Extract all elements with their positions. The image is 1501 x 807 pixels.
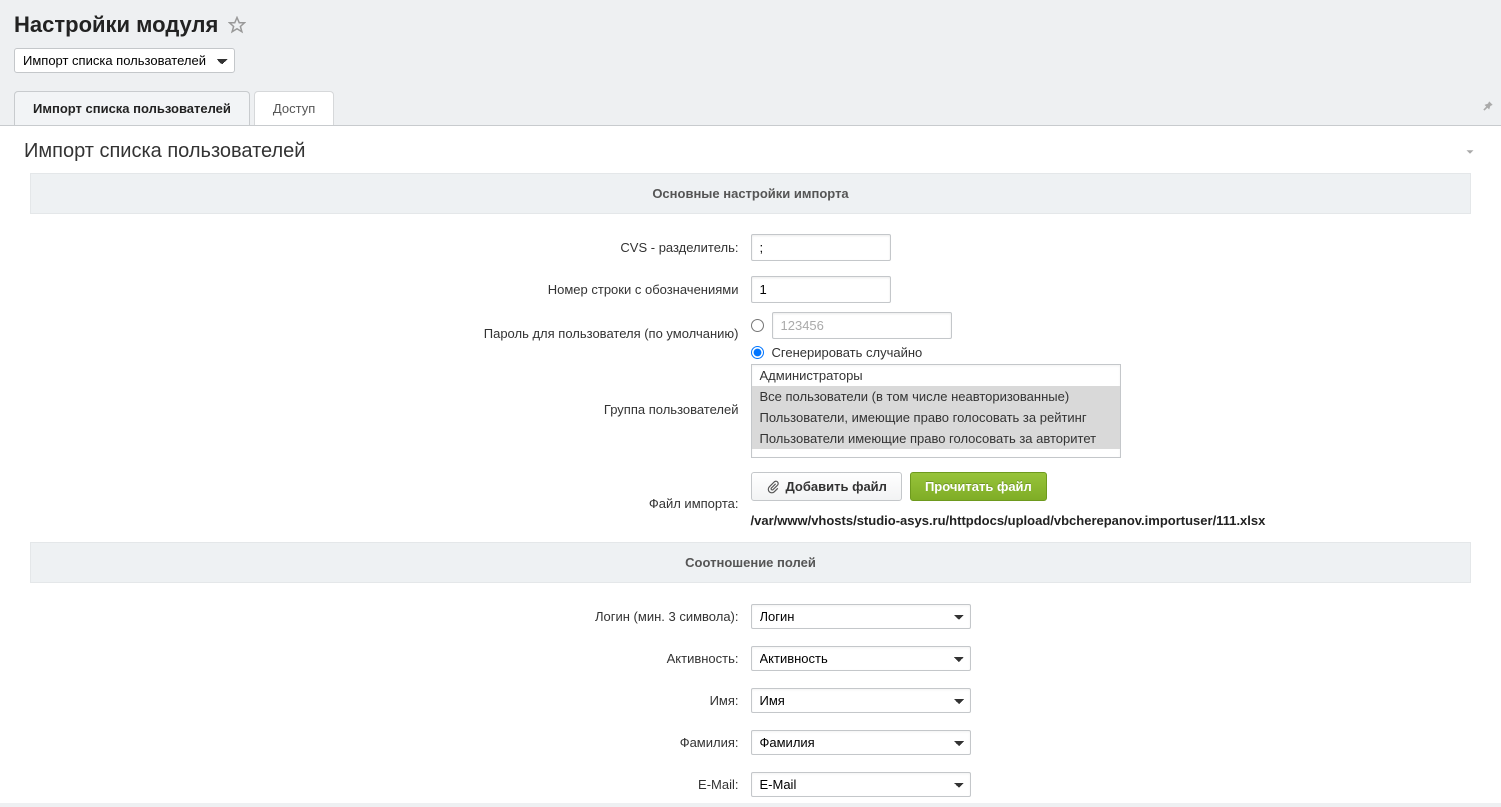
group-option[interactable]: Пользователи имеющие право голосовать за… — [752, 428, 1120, 449]
row-file: Файл импорта: Добавить файл Прочитать фа… — [30, 472, 1471, 528]
read-file-button-label: Прочитать файл — [925, 479, 1032, 494]
label-rownum: Номер строки с обозначениями — [30, 282, 751, 297]
row-rownum: Номер строки с обозначениями — [30, 270, 1471, 308]
radio-password-generate[interactable] — [751, 346, 764, 359]
label-file: Файл импорта: — [30, 472, 751, 511]
row-group: Группа пользователей Администраторы Все … — [30, 364, 1471, 458]
section-main-settings: Основные настройки импорта — [30, 173, 1471, 214]
module-select[interactable]: Импорт списка пользователей — [14, 48, 235, 73]
row-login: Логин (мин. 3 символа): Логин — [30, 597, 1471, 635]
input-password[interactable] — [772, 312, 952, 339]
row-surname: Фамилия: Фамилия — [30, 723, 1471, 761]
label-group: Группа пользователей — [30, 364, 751, 417]
row-email: E-Mail: E-Mail — [30, 765, 1471, 803]
form-mapping: Логин (мин. 3 символа): Логин Активность… — [0, 583, 1501, 803]
row-active: Активность: Активность — [30, 639, 1471, 677]
select-email[interactable]: E-Mail — [751, 772, 971, 797]
label-login: Логин (мин. 3 символа): — [30, 609, 751, 624]
panel-title: Импорт списка пользователей — [24, 140, 305, 163]
tabs-row: Импорт списка пользователей Доступ — [0, 91, 1501, 125]
input-rownum[interactable] — [751, 276, 891, 303]
select-name[interactable]: Имя — [751, 688, 971, 713]
multiselect-group[interactable]: Администраторы Все пользователи (в том ч… — [751, 364, 1121, 458]
form-main-settings: CVS - разделитель: Номер строки с обозна… — [0, 214, 1501, 542]
group-option[interactable]: Все пользователи (в том числе неавторизо… — [752, 386, 1120, 407]
label-active: Активность: — [30, 651, 751, 666]
tab-label: Импорт списка пользователей — [33, 101, 231, 116]
star-icon[interactable] — [228, 16, 246, 34]
row-cvs: CVS - разделитель: — [30, 228, 1471, 266]
label-cvs: CVS - разделитель: — [30, 240, 751, 255]
page-title: Настройки модуля — [14, 12, 218, 38]
label-password-generate: Сгенерировать случайно — [772, 345, 923, 360]
row-name: Имя: Имя — [30, 681, 1471, 719]
tab-label: Доступ — [273, 101, 315, 116]
module-select-row: Импорт списка пользователей — [0, 48, 1501, 91]
page-header: Настройки модуля — [0, 0, 1501, 48]
tab-import[interactable]: Импорт списка пользователей — [14, 91, 250, 125]
label-email: E-Mail: — [30, 777, 751, 792]
input-cvs[interactable] — [751, 234, 891, 261]
pin-icon[interactable] — [1481, 99, 1495, 113]
group-option[interactable]: Пользователи, имеющие право голосовать з… — [752, 407, 1120, 428]
group-option[interactable]: Администраторы — [752, 365, 1120, 386]
section-mapping: Соотношение полей — [30, 542, 1471, 583]
add-file-button-label: Добавить файл — [786, 479, 887, 494]
label-password: Пароль для пользователя (по умолчанию) — [30, 312, 751, 341]
chevron-down-icon[interactable] — [1463, 145, 1477, 159]
row-password: Пароль для пользователя (по умолчанию) С… — [30, 312, 1471, 360]
tab-access[interactable]: Доступ — [254, 91, 334, 125]
label-name: Имя: — [30, 693, 751, 708]
select-login[interactable]: Логин — [751, 604, 971, 629]
select-active[interactable]: Активность — [751, 646, 971, 671]
add-file-button[interactable]: Добавить файл — [751, 472, 902, 501]
main-panel: Импорт списка пользователей Основные нас… — [0, 125, 1501, 803]
read-file-button[interactable]: Прочитать файл — [910, 472, 1047, 501]
label-surname: Фамилия: — [30, 735, 751, 750]
attachment-icon — [766, 480, 780, 494]
file-path: /var/www/vhosts/studio-asys.ru/httpdocs/… — [751, 513, 1266, 528]
radio-password-manual[interactable] — [751, 319, 764, 332]
panel-header: Импорт списка пользователей — [0, 126, 1501, 173]
select-surname[interactable]: Фамилия — [751, 730, 971, 755]
